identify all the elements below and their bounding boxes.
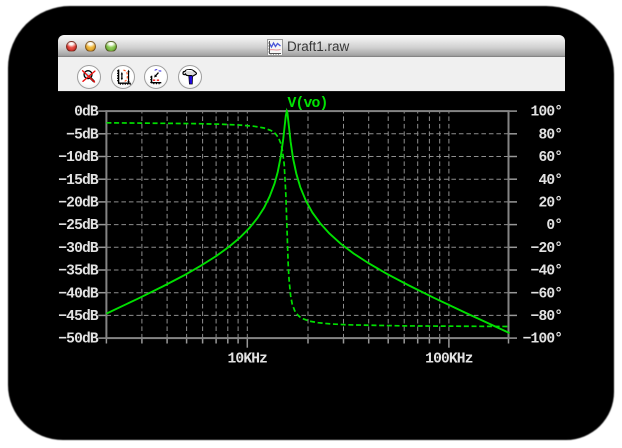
svg-text:80°: 80° xyxy=(538,127,562,143)
svg-text:−50dB: −50dB xyxy=(58,332,99,348)
svg-text:−35dB: −35dB xyxy=(58,264,99,280)
svg-text:−10dB: −10dB xyxy=(58,150,99,166)
svg-text:−60°: −60° xyxy=(531,286,563,302)
svg-text:−30dB: −30dB xyxy=(58,241,99,257)
svg-text:−5dB: −5dB xyxy=(66,127,99,143)
svg-text:V(vo): V(vo) xyxy=(288,96,328,112)
svg-text:−20°: −20° xyxy=(531,241,563,257)
svg-text:−100°: −100° xyxy=(523,332,563,348)
svg-text:−45dB: −45dB xyxy=(58,309,99,325)
svg-text:10KHz: 10KHz xyxy=(228,352,268,368)
svg-text:60°: 60° xyxy=(538,150,562,166)
svg-text:0dB: 0dB xyxy=(74,105,99,121)
svg-text:100°: 100° xyxy=(531,105,563,121)
svg-text:−40°: −40° xyxy=(531,264,563,280)
svg-text:−40dB: −40dB xyxy=(58,286,99,302)
svg-text:0°: 0° xyxy=(546,218,562,234)
svg-text:−15dB: −15dB xyxy=(58,173,99,189)
svg-text:−20dB: −20dB xyxy=(58,196,99,212)
svg-text:40°: 40° xyxy=(538,173,562,189)
svg-text:100KHz: 100KHz xyxy=(425,352,473,368)
svg-text:20°: 20° xyxy=(538,196,562,212)
svg-text:−25dB: −25dB xyxy=(58,218,99,234)
svg-text:−80°: −80° xyxy=(531,309,563,325)
